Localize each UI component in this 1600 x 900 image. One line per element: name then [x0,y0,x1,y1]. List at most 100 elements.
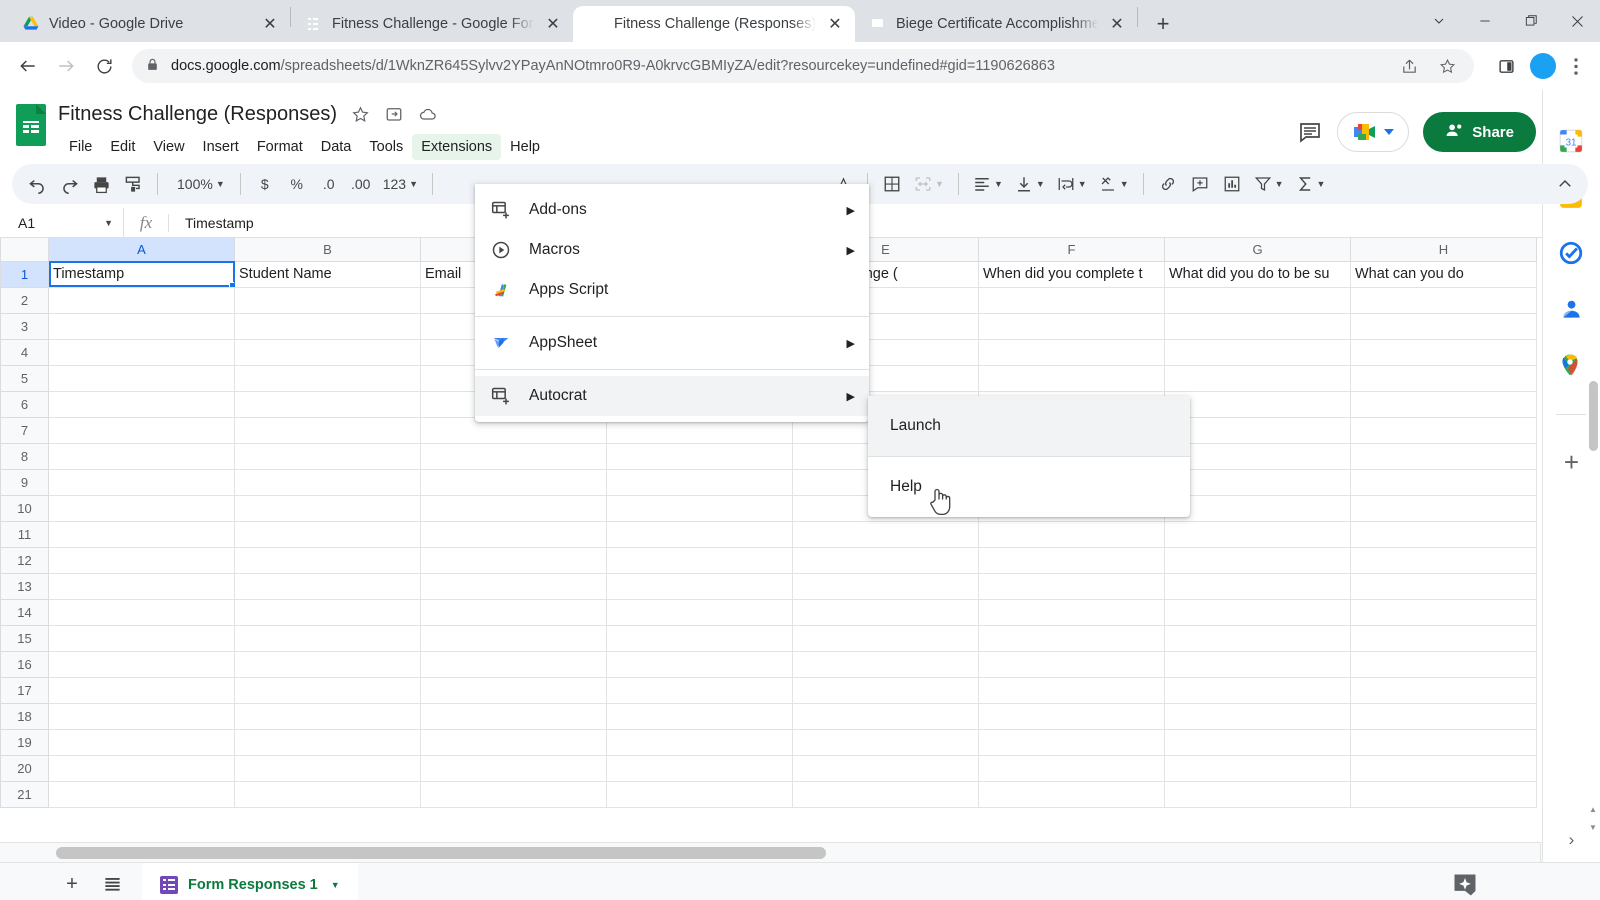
minimize-button[interactable] [1462,0,1508,42]
column-header-a[interactable]: A [49,238,235,261]
cell[interactable] [235,573,421,599]
row-header[interactable]: 21 [1,781,49,807]
cell[interactable] [421,755,607,781]
cell[interactable] [235,781,421,807]
cell[interactable] [607,729,793,755]
row-header[interactable]: 13 [1,573,49,599]
cell[interactable] [1351,287,1537,313]
row-header[interactable]: 8 [1,443,49,469]
column-header-h[interactable]: H [1351,238,1537,261]
row-header[interactable]: 19 [1,729,49,755]
cell[interactable] [1351,547,1537,573]
cell[interactable] [235,287,421,313]
cell[interactable] [49,547,235,573]
cell[interactable] [49,521,235,547]
maximize-restore-button[interactable] [1508,0,1554,42]
cell[interactable] [1165,703,1351,729]
row-header[interactable]: 11 [1,521,49,547]
menu-edit[interactable]: Edit [101,134,144,160]
cell[interactable] [421,469,607,495]
row-header[interactable]: 20 [1,755,49,781]
cell[interactable] [1165,313,1351,339]
cell[interactable] [1351,599,1537,625]
window-close-button[interactable] [1554,0,1600,42]
menu-item-autocrat[interactable]: Autocrat ▶ [475,376,869,416]
cell[interactable] [49,781,235,807]
row-header[interactable]: 1 [1,261,49,287]
row-header[interactable]: 7 [1,417,49,443]
cell[interactable] [1351,313,1537,339]
browser-tab-0[interactable]: Video - Google Drive ✕ [8,6,290,42]
menu-help[interactable]: Help [501,134,549,160]
cell[interactable] [607,651,793,677]
cell[interactable] [49,755,235,781]
menu-format[interactable]: Format [248,134,312,160]
cell-h1[interactable]: What can you do [1351,261,1537,287]
cell[interactable] [1351,729,1537,755]
cell[interactable] [49,339,235,365]
cell-f1[interactable]: When did you complete t [979,261,1165,287]
cell[interactable] [1165,469,1351,495]
cell[interactable] [421,677,607,703]
star-icon[interactable] [349,103,371,125]
insert-chart-icon[interactable] [1217,169,1247,199]
cell[interactable] [793,573,979,599]
cell[interactable] [49,677,235,703]
column-header-g[interactable]: G [1165,238,1351,261]
cell[interactable] [1351,781,1537,807]
cell[interactable] [607,755,793,781]
menu-extensions[interactable]: Extensions [412,134,501,160]
cell[interactable] [235,469,421,495]
cell[interactable] [1351,469,1537,495]
cell[interactable] [49,703,235,729]
cell[interactable] [1165,677,1351,703]
cell[interactable] [421,521,607,547]
cell[interactable] [235,677,421,703]
row-header[interactable]: 14 [1,599,49,625]
back-button[interactable] [10,48,46,84]
cell[interactable] [607,547,793,573]
functions-icon[interactable]: ▼ [1291,169,1331,199]
cell-a1[interactable]: Timestamp [49,261,235,287]
cell[interactable] [979,703,1165,729]
menu-item-apps-script[interactable]: Apps Script [475,270,869,310]
cell[interactable] [235,755,421,781]
scroll-down-icon[interactable]: ▼ [1586,820,1600,834]
cell[interactable] [979,755,1165,781]
chrome-menu-icon[interactable] [1562,52,1590,80]
paint-format-icon[interactable] [118,169,148,199]
cell[interactable] [49,651,235,677]
cell[interactable] [49,443,235,469]
cell[interactable] [421,599,607,625]
column-header-f[interactable]: F [979,238,1165,261]
cell[interactable] [49,599,235,625]
cell[interactable] [793,781,979,807]
row-header[interactable]: 15 [1,625,49,651]
cell[interactable] [979,365,1165,391]
row-header[interactable]: 16 [1,651,49,677]
vertical-align-icon[interactable]: ▼ [1010,169,1050,199]
side-panel-icon[interactable] [1488,48,1524,84]
cell[interactable] [1351,443,1537,469]
reload-button[interactable] [86,48,122,84]
share-link-icon[interactable] [1396,53,1422,79]
cell[interactable] [1351,339,1537,365]
menu-tools[interactable]: Tools [360,134,412,160]
text-rotation-icon[interactable]: ▼ [1094,169,1134,199]
cell[interactable] [421,625,607,651]
submenu-item-help[interactable]: Help [868,457,1190,517]
cell[interactable] [793,651,979,677]
cell[interactable] [979,547,1165,573]
name-box[interactable]: A1 ▼ [0,208,124,237]
cell[interactable] [49,391,235,417]
cell[interactable] [1165,495,1351,521]
select-all-corner[interactable] [1,238,49,261]
browser-tab-3[interactable]: Biege Certificate Accomplishment ✕ [855,6,1137,42]
cell[interactable] [979,729,1165,755]
chevron-down-icon[interactable]: ▼ [331,880,340,890]
row-header[interactable]: 5 [1,365,49,391]
cell[interactable] [235,495,421,521]
cell[interactable] [793,521,979,547]
cell[interactable] [49,573,235,599]
submenu-item-launch[interactable]: Launch [868,396,1190,456]
